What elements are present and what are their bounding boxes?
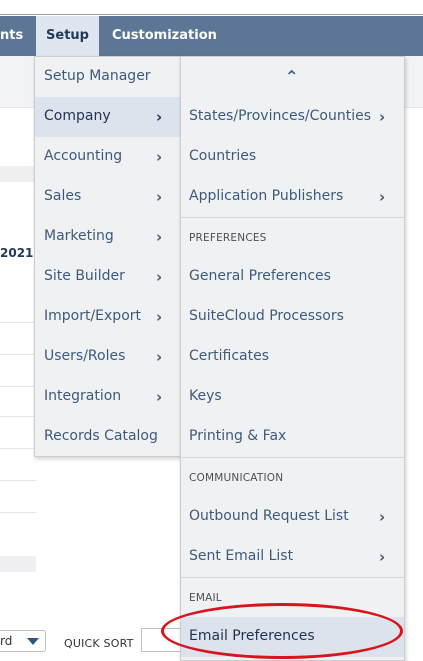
menu-item-accounting[interactable]: Accounting ›	[35, 137, 180, 177]
chevron-right-icon: ›	[156, 148, 163, 166]
page-section-gap	[0, 556, 36, 572]
section-heading-preferences: PREFERENCES	[189, 232, 267, 244]
caret-down-icon	[27, 638, 39, 645]
submenu-item-label: Sent Email List	[189, 548, 294, 564]
nav-item-truncated[interactable]: nts	[0, 16, 34, 56]
submenu-item-label: Certificates	[189, 348, 270, 364]
section-heading-communication: COMMUNICATION	[189, 472, 284, 484]
submenu-item-label: Outbound Request List	[189, 508, 349, 524]
row-divider	[0, 354, 36, 355]
submenu-item-application-publishers[interactable]: Application Publishers ›	[181, 177, 404, 217]
submenu-scroll-up[interactable]: ⌃	[181, 57, 404, 97]
menu-item-label: Marketing	[44, 228, 114, 244]
submenu-item-printing-fax[interactable]: Printing & Fax	[181, 417, 404, 457]
submenu-item-label: Keys	[189, 388, 222, 404]
chevron-right-icon: ›	[156, 308, 163, 326]
chevron-right-icon: ›	[379, 548, 386, 566]
menu-item-label: Company	[44, 108, 111, 124]
quick-sort-label: QUICK SORT	[64, 637, 134, 650]
menu-item-label: Sales	[44, 188, 82, 204]
chevron-up-icon: ⌃	[285, 67, 299, 86]
quick-sort-select[interactable]	[141, 628, 181, 652]
menu-item-site-builder[interactable]: Site Builder ›	[35, 257, 180, 297]
chevron-right-icon: ›	[156, 108, 163, 126]
main-navbar: nts Setup Customization	[0, 16, 423, 56]
menu-item-label: Records Catalog	[44, 428, 158, 444]
menu-item-sales[interactable]: Sales ›	[35, 177, 180, 217]
row-divider	[0, 512, 36, 513]
menu-item-label: Site Builder	[44, 268, 125, 284]
menu-item-users-roles[interactable]: Users/Roles ›	[35, 337, 180, 377]
submenu-item-sent-email-list[interactable]: Sent Email List ›	[181, 537, 404, 577]
submenu-item-label: SuiteCloud Processors	[189, 308, 344, 324]
submenu-item-label: General Preferences	[189, 268, 331, 284]
list-controls: rd QUICK SORT	[0, 622, 181, 661]
section-separator	[181, 577, 404, 578]
submenu-item-countries[interactable]: Countries	[181, 137, 404, 177]
submenu-item-label: Application Publishers	[189, 188, 344, 204]
chevron-right-icon: ›	[156, 228, 163, 246]
menu-item-label: Setup Manager	[44, 68, 151, 84]
submenu-item-label: States/Provinces/Counties	[189, 108, 372, 124]
menu-item-import-export[interactable]: Import/Export ›	[35, 297, 180, 337]
row-divider	[0, 480, 36, 481]
section-separator	[181, 217, 404, 218]
chevron-right-icon: ›	[379, 188, 386, 206]
chevron-right-icon: ›	[156, 188, 163, 206]
top-strip	[0, 0, 423, 15]
row-divider	[0, 322, 36, 323]
chevron-right-icon: ›	[379, 108, 386, 126]
menu-item-marketing[interactable]: Marketing ›	[35, 217, 180, 257]
nav-item-setup[interactable]: Setup	[36, 16, 99, 56]
menu-item-setup-manager[interactable]: Setup Manager	[35, 57, 180, 97]
chevron-right-icon: ›	[156, 348, 163, 366]
menu-item-label: Users/Roles	[44, 348, 126, 364]
company-submenu: ⌃ States/Provinces/Counties › Countries …	[180, 56, 405, 661]
date-fragment: 2021	[0, 246, 34, 260]
submenu-item-label: Printing & Fax	[189, 428, 287, 444]
menu-item-records-catalog[interactable]: Records Catalog	[35, 417, 180, 457]
page-section-gap	[0, 166, 36, 182]
menu-item-integration[interactable]: Integration ›	[35, 377, 180, 417]
submenu-item-label: Countries	[189, 148, 257, 164]
menu-item-label: Integration	[44, 388, 122, 404]
view-dropdown-value: rd	[0, 634, 13, 648]
nav-item-customization[interactable]: Customization	[112, 16, 217, 56]
submenu-item-email-preferences[interactable]: Email Preferences	[181, 617, 404, 657]
setup-menu: Setup Manager Company › Accounting › Sal…	[34, 56, 181, 457]
menu-item-company[interactable]: Company ›	[35, 97, 180, 137]
chevron-right-icon: ›	[156, 268, 163, 286]
view-dropdown[interactable]: rd	[0, 630, 46, 652]
menu-item-label: Accounting	[44, 148, 123, 164]
section-heading-email: EMAIL	[189, 592, 222, 604]
row-divider	[0, 448, 36, 449]
menu-item-label: Import/Export	[44, 308, 142, 324]
submenu-item-label: Email Preferences	[189, 628, 315, 644]
submenu-item-certificates[interactable]: Certificates	[181, 337, 404, 377]
section-separator	[181, 457, 404, 458]
row-divider	[0, 386, 36, 387]
chevron-right-icon: ›	[379, 508, 386, 526]
submenu-item-outbound-request-list[interactable]: Outbound Request List ›	[181, 497, 404, 537]
chevron-right-icon: ›	[156, 388, 163, 406]
submenu-item-suitecloud-processors[interactable]: SuiteCloud Processors	[181, 297, 404, 337]
row-divider	[0, 416, 36, 417]
submenu-item-states-provinces-counties[interactable]: States/Provinces/Counties ›	[181, 97, 404, 137]
submenu-item-general-preferences[interactable]: General Preferences	[181, 257, 404, 297]
submenu-item-keys[interactable]: Keys	[181, 377, 404, 417]
